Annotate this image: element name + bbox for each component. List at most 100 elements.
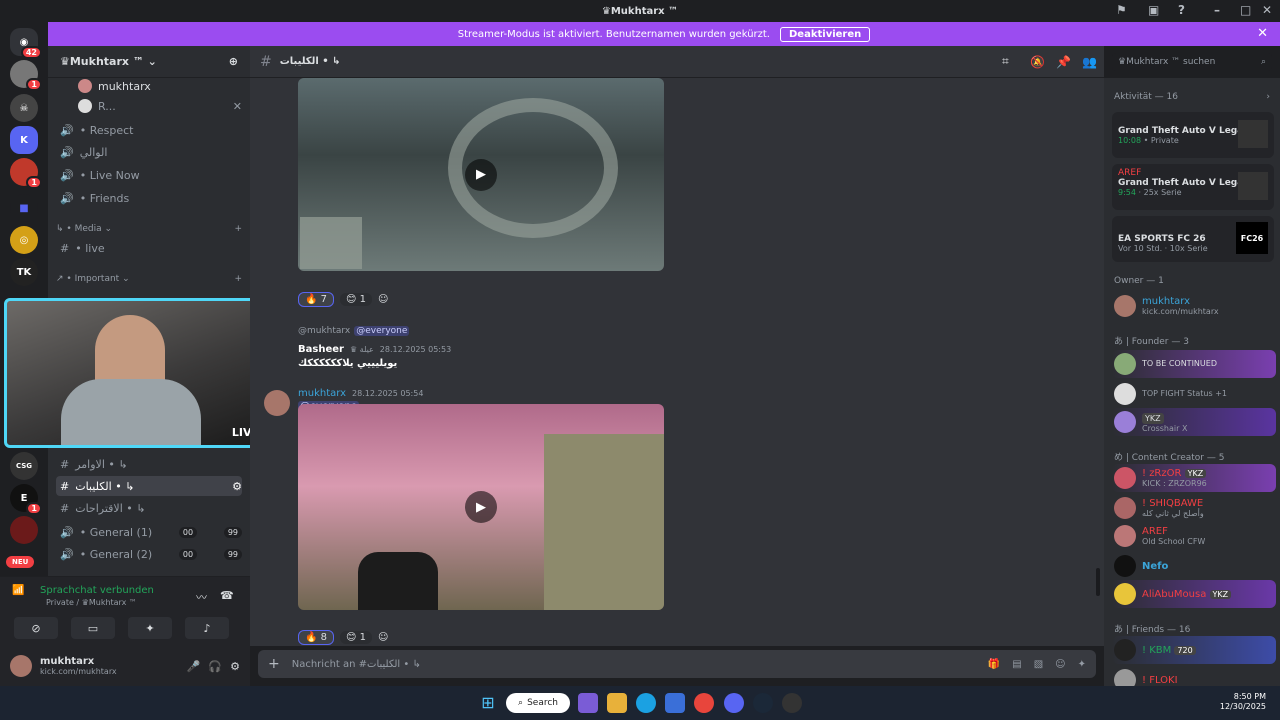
server-icon-1[interactable]: 1 <box>10 60 42 91</box>
sticker-icon[interactable]: ▧ <box>1034 659 1043 670</box>
channel-general-1[interactable]: 🔊 • General (1) 00 99 <box>56 522 242 542</box>
message-author[interactable]: mukhtarx <box>298 388 346 399</box>
chrome-icon[interactable] <box>694 693 714 713</box>
obs-icon[interactable] <box>782 693 802 713</box>
banner-close-icon[interactable]: ✕ <box>1257 26 1268 41</box>
new-badge[interactable]: NEU <box>6 556 35 568</box>
pin-icon[interactable]: 📌 <box>1056 55 1071 69</box>
add-channel-icon[interactable]: + <box>234 224 242 234</box>
settings-icon[interactable]: ⚙ <box>232 480 242 493</box>
add-attachment-icon[interactable]: + <box>268 656 280 672</box>
steam-icon[interactable] <box>753 693 773 713</box>
reply-preview[interactable]: @mukhtarx @everyone <box>298 326 410 336</box>
video-attachment-2[interactable]: ▶ <box>298 404 664 610</box>
add-reaction-icon[interactable]: ☺ <box>378 632 388 643</box>
user-name[interactable]: mukhtarx <box>40 656 179 667</box>
start-icon[interactable]: ⊞ <box>478 693 498 713</box>
chevron-right-icon[interactable]: › <box>1266 92 1270 102</box>
minimize-icon[interactable]: – <box>1214 3 1220 17</box>
message-composer[interactable]: + Nachricht an #الكليبات • ↳ 🎁 ▤ ▧ ☺ ✦ <box>258 650 1096 678</box>
add-member-icon[interactable]: ⊕ <box>229 55 238 68</box>
member-cc-1[interactable]: ! zRzOR YKZ KICK : ZRZOR96 <box>1112 464 1276 492</box>
folder-icon[interactable]: ■ <box>10 194 38 222</box>
member-founder-3[interactable]: YKZ Crosshair X <box>1112 408 1276 436</box>
noise-icon[interactable]: 〰 <box>196 589 207 605</box>
activity-card-1[interactable]: Grand Theft Auto V Legacy 10:08 • Privat… <box>1112 112 1274 158</box>
server-icon-4[interactable]: 1 <box>10 158 42 189</box>
member-cc-5[interactable]: AliAbuMousa YKZ <box>1112 580 1276 608</box>
user-settings-icon[interactable]: ⚙ <box>230 660 240 673</box>
activities-button[interactable]: ✦ <box>128 617 172 639</box>
reaction-fire[interactable]: 🔥 8 <box>298 629 335 645</box>
search-input[interactable]: ♛Mukhtarx ™ suchen ⌕ <box>1112 53 1272 71</box>
activity-card-2[interactable]: AREF Grand Theft Auto V Legacy 9:54 · 25… <box>1112 164 1274 210</box>
channel-clips[interactable]: # الكليبات • ↳ ⚙ <box>56 476 242 496</box>
channel-walee[interactable]: 🔊 الوالي <box>56 142 242 162</box>
activity-header[interactable]: Aktivität — 16 › <box>1114 92 1270 102</box>
maximize-icon[interactable]: □ <box>1240 3 1251 17</box>
channel-respect[interactable]: 🔊 • Respect <box>56 120 242 140</box>
outlook-icon[interactable] <box>665 693 685 713</box>
server-icon-7[interactable] <box>10 516 38 544</box>
server-icon-6[interactable]: TK <box>10 258 38 286</box>
notifications-icon[interactable]: 🔕 <box>1030 55 1045 69</box>
reaction-smile[interactable]: 😊 1 <box>340 630 372 644</box>
soundboard-button[interactable]: ♪ <box>185 617 229 639</box>
clock[interactable]: 8:50 PM 12/30/2025 <box>1220 692 1266 712</box>
scrollbar[interactable] <box>1096 568 1100 596</box>
add-reaction-icon[interactable]: ☺ <box>378 294 388 305</box>
apps-icon[interactable]: ✦ <box>1078 659 1086 670</box>
member-owner[interactable]: mukhtarx kick.com/mukhtarx <box>1112 292 1276 320</box>
server-icon-csgo[interactable]: CSG <box>10 452 38 480</box>
member-friend-1[interactable]: ! KBM 720 <box>1112 636 1276 664</box>
member-friend-2[interactable]: ! FLOKI <box>1112 666 1276 686</box>
category-media[interactable]: ↳ • Media ⌄ + <box>56 224 242 234</box>
voice-user-1[interactable]: mukhtarx <box>74 76 242 96</box>
server-icon-3[interactable]: K <box>10 126 38 154</box>
screenshare-button[interactable]: ▭ <box>71 617 115 639</box>
member-founder-1[interactable]: TO BE CONTINUED <box>1112 350 1276 378</box>
channel-general-2[interactable]: 🔊 • General (2) 00 99 <box>56 544 242 564</box>
reaction-smile[interactable]: 😊 1 <box>340 292 372 306</box>
home-button[interactable]: ◉ 42 <box>10 28 42 59</box>
camera-button[interactable]: ⊘ <box>14 617 58 639</box>
channel-suggestions[interactable]: # الاقتراحات • ↳ <box>56 498 242 518</box>
channel-live-now[interactable]: 🔊 • Live Now <box>56 165 242 185</box>
emoji-icon[interactable]: ☺ <box>1055 659 1065 670</box>
message-avatar[interactable] <box>264 390 290 416</box>
channel-live[interactable]: # • live <box>56 238 242 258</box>
video-attachment-1[interactable]: ▶ <box>298 78 664 271</box>
gif-icon[interactable]: ▤ <box>1012 659 1021 670</box>
member-founder-2[interactable]: TOP FIGHT Status +1 <box>1112 380 1276 408</box>
edge-icon[interactable] <box>636 693 656 713</box>
server-icon-5[interactable]: ◎ <box>10 226 38 254</box>
channel-friends[interactable]: 🔊 • Friends <box>56 188 242 208</box>
discord-icon[interactable] <box>724 693 744 713</box>
guild-header[interactable]: ♛Mukhtarx ™ ⌄ ⊕ <box>48 46 250 78</box>
mic-icon[interactable]: 🎤 <box>187 660 201 673</box>
channel-awamer[interactable]: # الاوامر • ↳ <box>56 454 242 474</box>
category-important[interactable]: ↗ • Important ⌄ + <box>56 274 242 284</box>
members-icon[interactable]: 👥 <box>1082 55 1097 69</box>
voice-user-2[interactable]: R... ✕ <box>74 96 242 116</box>
help-icon[interactable]: ? <box>1178 3 1185 17</box>
gift-icon[interactable]: 🎁 <box>988 659 1000 670</box>
voice-status[interactable]: Sprachchat verbunden <box>40 585 154 596</box>
member-cc-2[interactable]: ! SHIQBAWE وأصلح لي ثاني كله <box>1112 494 1276 522</box>
threads-icon[interactable]: ⌗ <box>1002 54 1009 69</box>
server-icon-2[interactable]: ☠ <box>10 94 38 122</box>
server-icon-e[interactable]: E1 <box>10 484 42 515</box>
voice-sub[interactable]: Private / ♛Mukhtarx ™ <box>46 598 137 607</box>
taskbar-search[interactable]: ⌕ Search <box>506 693 570 713</box>
inbox-icon[interactable]: ⚑ <box>1116 3 1127 17</box>
file-explorer-icon[interactable] <box>607 693 627 713</box>
screen-icon[interactable]: ▣ <box>1148 3 1159 17</box>
close-window-icon[interactable]: ✕ <box>1262 3 1272 17</box>
add-channel-icon[interactable]: + <box>234 274 242 284</box>
user-avatar[interactable] <box>10 655 32 677</box>
headphones-icon[interactable]: 🎧 <box>208 660 222 673</box>
copilot-icon[interactable] <box>578 693 598 713</box>
play-button[interactable]: ▶ <box>465 491 497 523</box>
message-author[interactable]: Basheer <box>298 344 344 355</box>
disconnect-icon[interactable]: ☎ <box>220 589 234 602</box>
